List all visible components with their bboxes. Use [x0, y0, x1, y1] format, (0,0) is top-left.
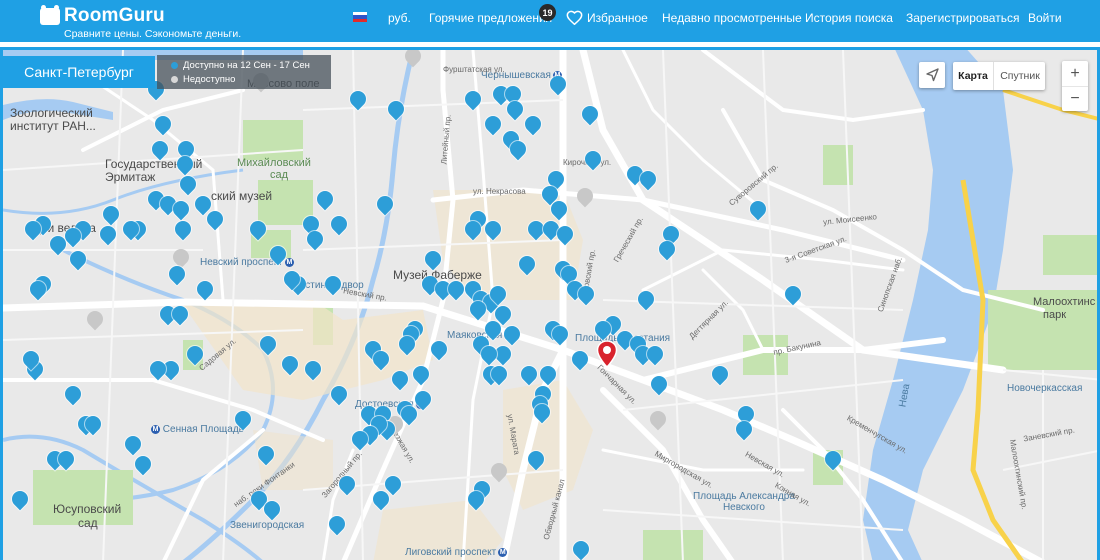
zoom-control: + −: [1062, 61, 1088, 111]
metro-ligovsky: Лиговский проспект M: [405, 547, 508, 558]
available-dot-icon: [171, 62, 178, 69]
street-label: ул. Некрасова: [473, 187, 526, 196]
metro-sennaya: M Сенная Площадь: [151, 424, 244, 435]
search-history-link[interactable]: История поиска: [805, 11, 893, 25]
unavailable-dot-icon: [171, 76, 178, 83]
zoom-in-button[interactable]: +: [1062, 61, 1088, 87]
map-label-zoo: Зоологический институт РАН...: [10, 106, 96, 133]
map-label-malookhtinsky: Малоохтинс парк: [1033, 296, 1096, 321]
recently-viewed-link[interactable]: Недавно просмотренные: [662, 11, 802, 25]
heart-icon[interactable]: [566, 10, 583, 25]
logo-bear-icon: [40, 4, 60, 25]
map-type-satellite-button[interactable]: Спутник: [993, 62, 1046, 90]
street-label: Фурштатская ул.: [443, 65, 505, 74]
zoom-out-button[interactable]: −: [1062, 86, 1088, 111]
navigation-arrow-icon: [926, 68, 939, 82]
russian-flag-icon[interactable]: [353, 12, 367, 22]
metro-zvenigorodskaya: Звенигородская: [230, 520, 305, 531]
map-container[interactable]: Зоологический институт РАН... Государстве…: [0, 47, 1100, 560]
metro-novocherkasskaya: Новочеркасская: [1007, 383, 1083, 394]
logo-text: RoomGuru: [64, 5, 165, 26]
selected-location-marker-icon[interactable]: [596, 340, 618, 368]
map-label-mikhailovsky: Михайловский сад: [237, 157, 311, 181]
favorites-link[interactable]: Избранное: [587, 11, 648, 25]
currency-selector[interactable]: руб.: [388, 11, 411, 25]
city-tab[interactable]: Санкт-Петербург: [3, 56, 155, 88]
map-type-control: Карта Спутник: [953, 62, 1045, 90]
map-type-map-button[interactable]: Карта: [953, 62, 993, 90]
metro-icon: M: [498, 547, 508, 557]
login-link[interactable]: Войти: [1028, 11, 1062, 25]
tagline: Сравните цены. Сэкономьте деньги.: [64, 28, 242, 40]
map-label-yusupov: Юсуповский сад: [53, 502, 122, 530]
hot-deals-link[interactable]: Горячие предложения: [429, 11, 552, 25]
metro-aleksandra-nevskogo: Площадь Александра Невского: [693, 491, 795, 513]
logo[interactable]: RoomGuru Сравните цены. Сэкономьте деньг…: [40, 4, 242, 40]
availability-legend: Доступно на 12 Сен - 17 Сен Недоступно: [157, 55, 331, 89]
hot-deals-count-badge: 19: [539, 4, 556, 21]
legend-available-label: Доступно на 12 Сен - 17 Сен: [183, 60, 310, 71]
locate-button[interactable]: [919, 62, 945, 88]
metro-icon: M: [284, 257, 294, 267]
register-link[interactable]: Зарегистрироваться: [906, 11, 1019, 25]
metro-icon: M: [151, 424, 160, 434]
legend-unavailable-label: Недоступно: [183, 74, 236, 85]
map-label-russian-museum: ский музей: [211, 189, 273, 203]
top-navigation-bar: RoomGuru Сравните цены. Сэкономьте деньг…: [0, 0, 1100, 42]
